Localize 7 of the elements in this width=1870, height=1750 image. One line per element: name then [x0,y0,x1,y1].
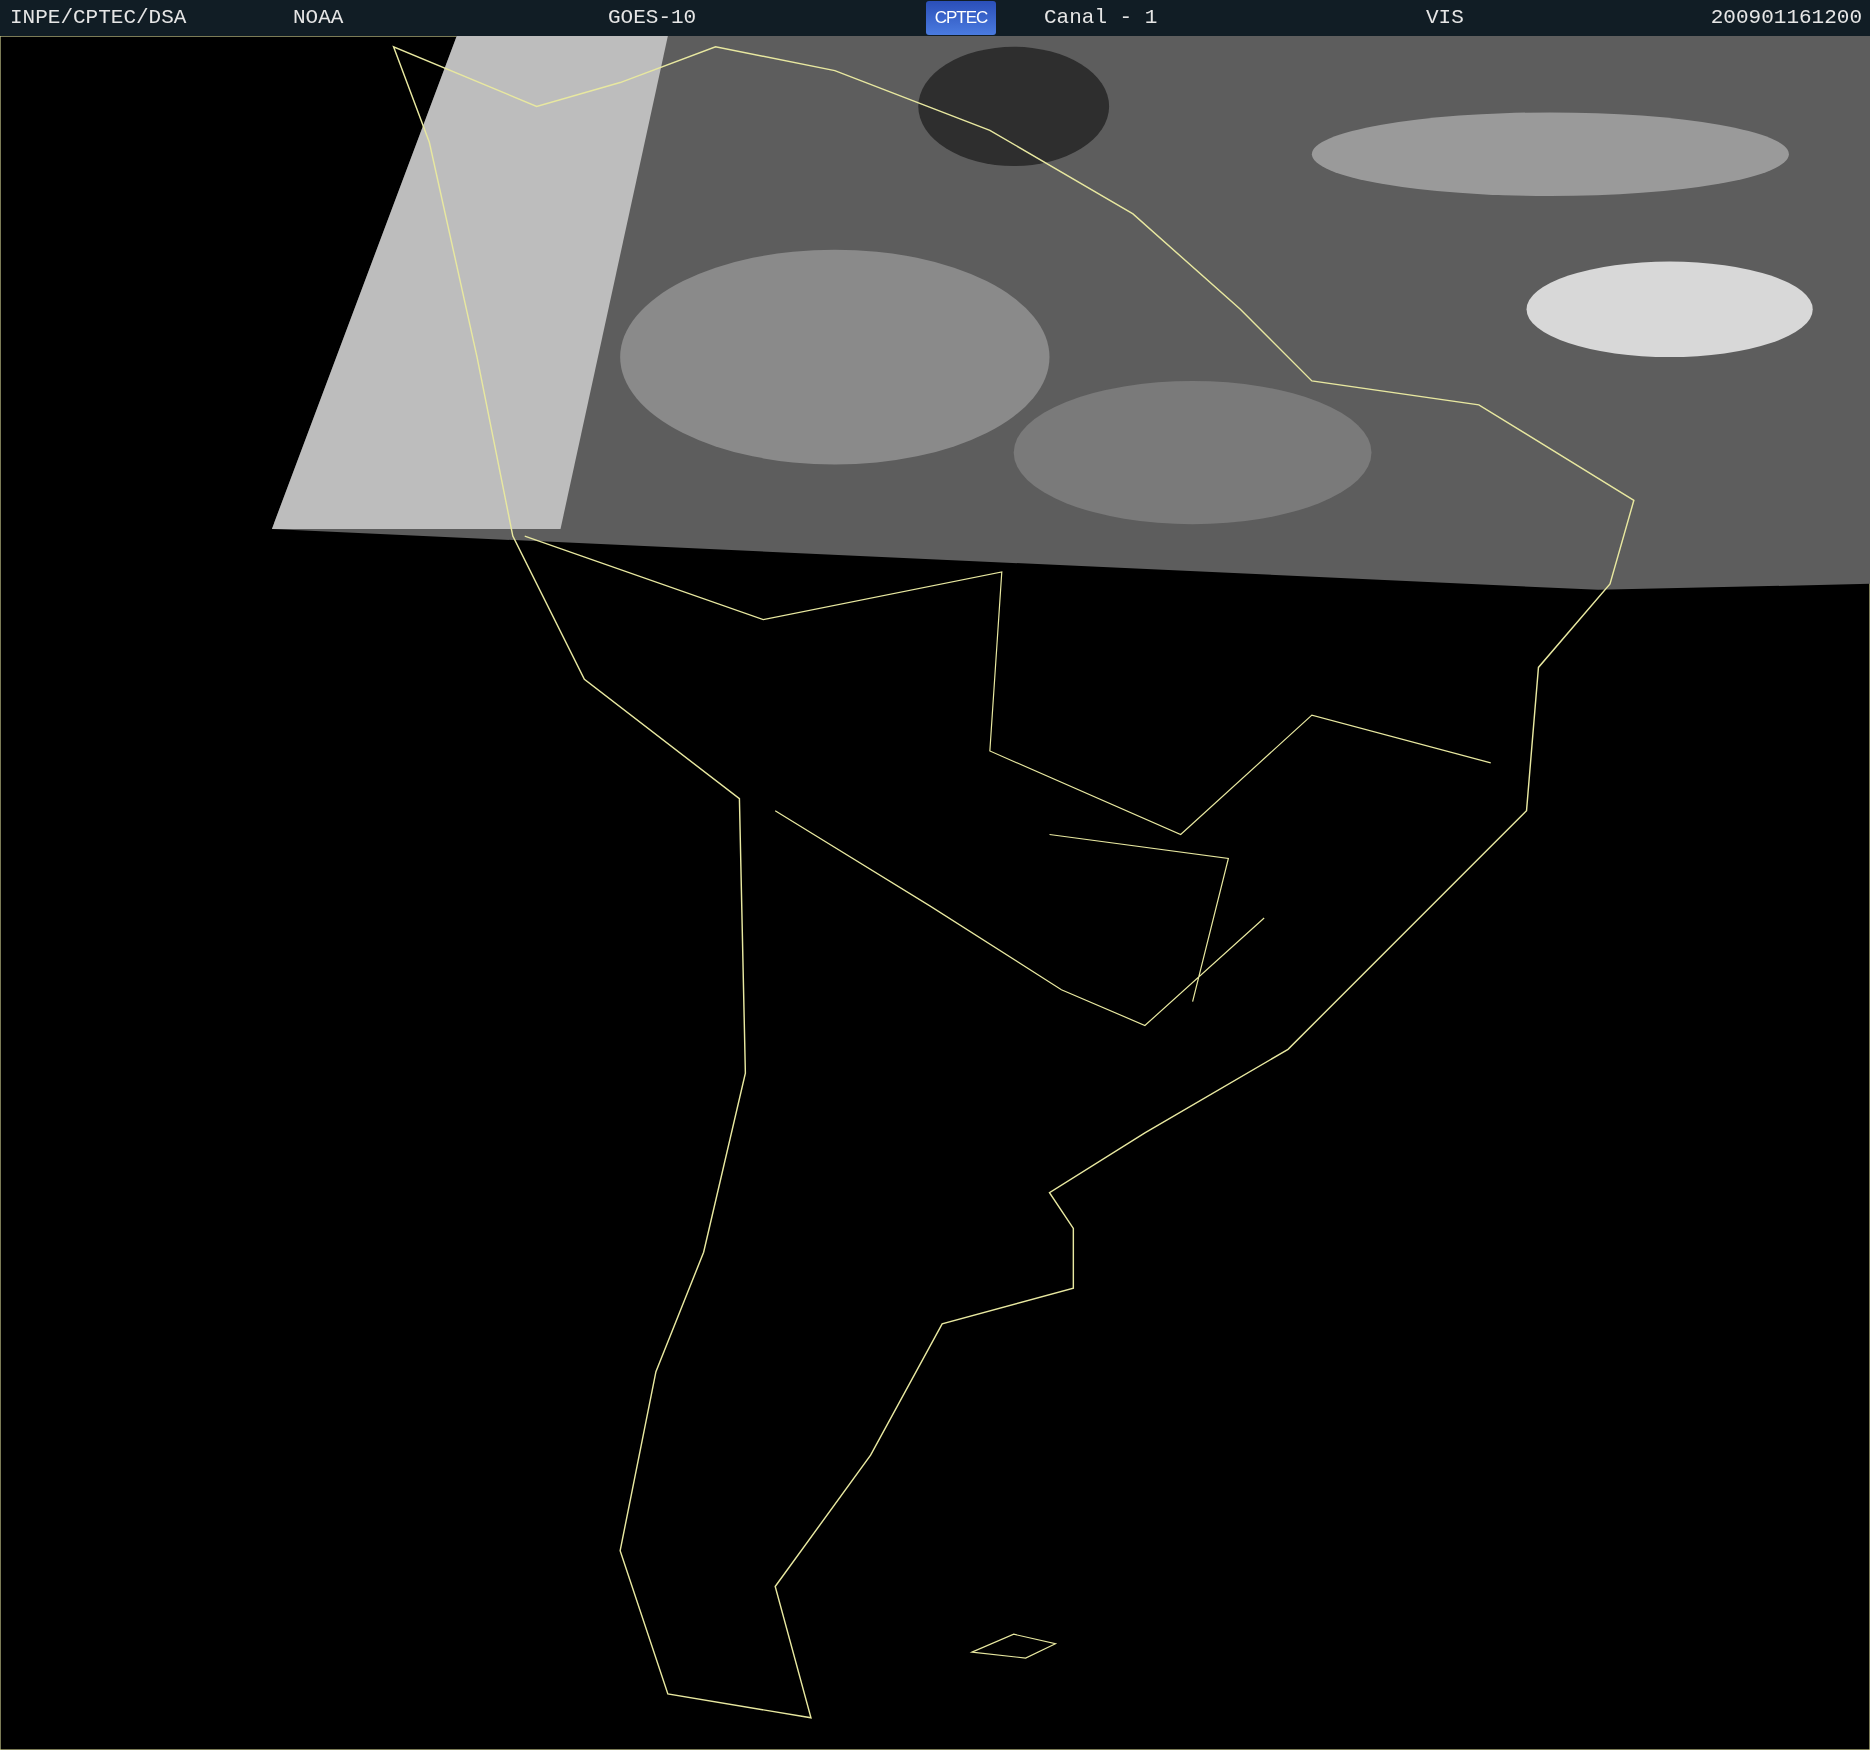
institution-label: INPE/CPTEC/DSA [10,5,188,32]
logo: CPTEC [926,1,996,35]
channel-label: Canal - 1 [1044,5,1159,32]
timestamp-label: 200901161200 [1709,5,1863,32]
band-label: VIS [1426,5,1465,32]
satellite-label: GOES-10 [608,5,698,32]
agency-label: NOAA [293,5,345,32]
